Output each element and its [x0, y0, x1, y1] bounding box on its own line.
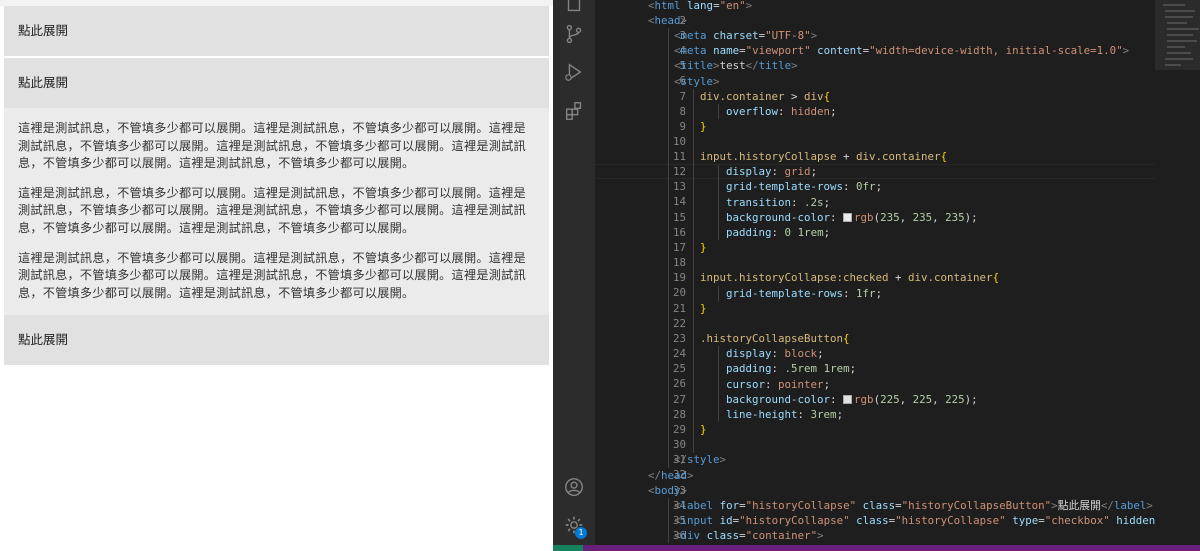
- code-line: 30 }: [673, 423, 707, 452]
- color-swatch-icon[interactable]: [843, 395, 853, 404]
- code-line: 34 <body>: [648, 484, 688, 513]
- code-line: 26 padding: .5rem 1rem;: [673, 362, 857, 391]
- run-debug-icon[interactable]: [562, 60, 586, 84]
- code-line: 21 grid-template-rows: 1fr;: [673, 287, 883, 316]
- color-swatch-icon[interactable]: [843, 213, 853, 222]
- code-line: 9 overflow: hidden;: [679, 105, 837, 134]
- settings-update-badge: 1: [575, 527, 587, 539]
- source-control-icon[interactable]: [562, 22, 586, 46]
- code-line: 3 <head>: [648, 14, 688, 43]
- history-collapse-button-2[interactable]: 點此展開: [4, 58, 549, 108]
- code-line: 13 display: grid;: [673, 165, 818, 194]
- code-line: 31: [673, 453, 687, 467]
- code-line: 16 background-color: rgb(235, 235, 235);: [673, 211, 978, 240]
- code-line: 23: [673, 332, 687, 346]
- code-line: 32 </style>: [673, 453, 727, 482]
- extensions-icon[interactable]: [562, 99, 586, 123]
- browser-preview: 點此展開 點此展開 這裡是測試訊息，不管填多少都可以展開。這裡是測試訊息，不管填…: [0, 0, 553, 551]
- code-line: 25 display: block;: [673, 347, 824, 376]
- test-message-paragraph: 這裡是測試訊息，不管填多少都可以展開。這裡是測試訊息，不管填多少都可以展開。這裡…: [18, 250, 526, 300]
- code-line: 19: [673, 271, 687, 285]
- code-line: 11: [673, 150, 687, 164]
- code-line: 2 <html lang="en">: [648, 0, 753, 28]
- status-bar: [553, 545, 1200, 551]
- test-message-paragraph: 這裡是測試訊息，不管填多少都可以展開。這裡是測試訊息，不管填多少都可以展開。這裡…: [18, 121, 526, 171]
- minimap[interactable]: [1155, 0, 1200, 545]
- remote-indicator[interactable]: [553, 545, 583, 551]
- code-line: 36 <input id="historyCollapse" class="hi…: [673, 514, 1155, 543]
- code-line: 24 .historyCollapseButton{: [673, 332, 850, 361]
- test-message-paragraph: 這裡是測試訊息，不管填多少都可以展開。這裡是測試訊息，不管填多少都可以展開。這裡…: [18, 185, 526, 235]
- history-collapse-button-1[interactable]: 點此展開: [4, 6, 549, 56]
- history-collapse-button-3[interactable]: 點此展開: [4, 315, 549, 365]
- code-line: 6 <title>test</title>: [674, 59, 798, 88]
- code-line: 4 <meta charset="UTF-8">: [674, 29, 818, 58]
- code-line: 29 line-height: 3rem;: [673, 408, 844, 437]
- code-editor-window: 1 2 <html lang="en"> 3 <head> 4 <meta char…: [553, 0, 1200, 551]
- code-line: 27 cursor: pointer;: [673, 378, 831, 407]
- code-line: 10 }: [673, 120, 707, 149]
- code-line: 22 }: [673, 302, 707, 331]
- code-line: 18 }: [673, 241, 707, 270]
- code-line: 33 </head>: [648, 469, 694, 498]
- code-line: 7 <style>: [674, 75, 720, 104]
- expanded-container: 這裡是測試訊息，不管填多少都可以展開。這裡是測試訊息，不管填多少都可以展開。這裡…: [4, 108, 549, 315]
- code-line: 15 transition: .2s;: [673, 196, 831, 225]
- code-line: 20 input.historyCollapse:checked + div.c…: [673, 271, 1000, 300]
- code-line: 17 padding: 0 1rem;: [673, 226, 831, 255]
- files-icon[interactable]: [562, 0, 586, 16]
- code-line: 5 <meta name="viewport" content="width=d…: [674, 44, 1130, 73]
- account-icon[interactable]: [562, 475, 586, 499]
- code-line: 14 grid-template-rows: 0fr;: [673, 180, 883, 209]
- code-line: 37 <div class="container">: [673, 529, 824, 545]
- activity-bar: 1: [553, 0, 595, 545]
- code-area[interactable]: 2 <html lang="en"> 3 <head> 4 <meta charse…: [595, 0, 1155, 545]
- code-line: 28 background-color: rgb(225, 225, 225);: [673, 393, 978, 422]
- code-line: 8 div.container > div{: [679, 90, 831, 119]
- code-line: 12 input.historyCollapse + div.container…: [673, 150, 948, 179]
- code-line: 35 <label for="historyCollapse" class="h…: [673, 499, 1153, 528]
